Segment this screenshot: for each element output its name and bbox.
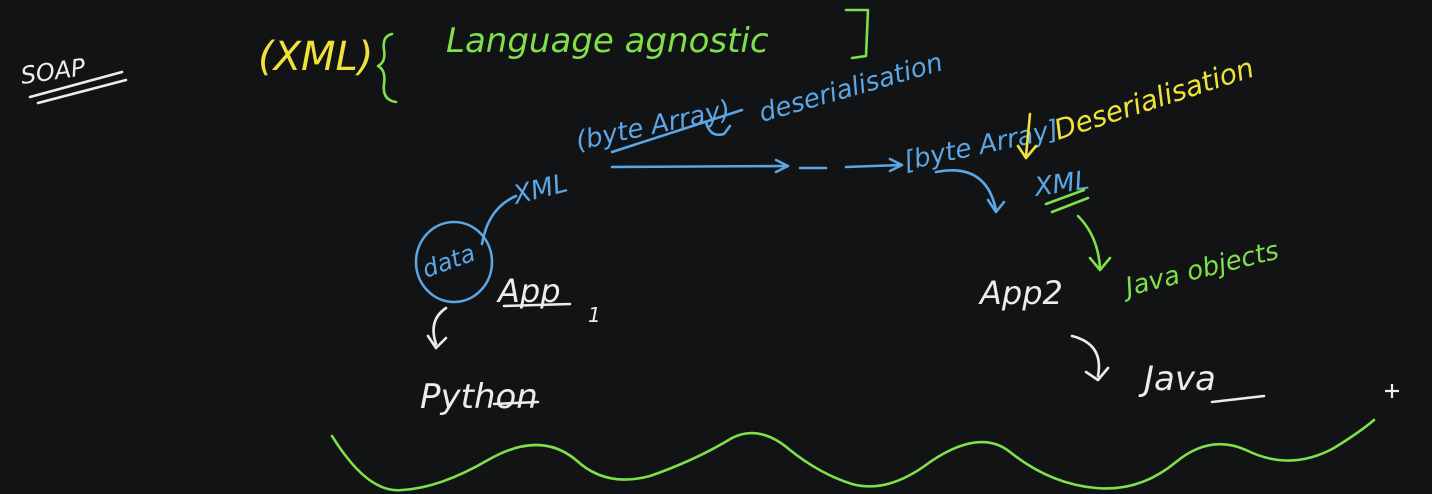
app2-to-java-arrow (1070, 334, 1101, 378)
wave-line (330, 418, 1376, 492)
xml-top-label: (XML) (258, 34, 373, 80)
transfer-arrow-line-2 (844, 163, 902, 169)
xml-left-label: XML (508, 168, 570, 211)
data-label: data (418, 239, 478, 284)
app1-to-python-arrow-head (426, 334, 448, 350)
deserialisation-yellow-label: Deserialisation (1050, 51, 1258, 147)
java-underline (1210, 394, 1266, 404)
whiteboard-canvas[interactable]: SOAP (XML) Language agnostic (byte Array… (0, 0, 1432, 494)
deserialisation-blue-label: deserialisation (756, 48, 947, 129)
python-label: Python (420, 377, 538, 417)
byte-array-left-label: (byte Array) (573, 95, 733, 157)
java-label: Java (1138, 359, 1216, 399)
language-agnostic-label: Language agnostic (446, 21, 769, 61)
crosshair-cursor-icon (1385, 384, 1399, 398)
whiteboard-drawing: SOAP (XML) Language agnostic (byte Array… (19, 8, 1399, 492)
green-down-arrow-line (1076, 214, 1102, 270)
app2-label: App2 (978, 274, 1063, 312)
curly-brace (376, 32, 398, 104)
transfer-arrow-line (610, 164, 788, 169)
closing-bracket (844, 8, 870, 60)
data-to-xml-arrow (480, 194, 518, 246)
app1-suffix: 1 (588, 303, 601, 327)
app2-to-java-arrow-head (1084, 366, 1110, 382)
java-objects-label: Java objects (1118, 236, 1282, 304)
curved-arrow-to-xml (934, 169, 998, 212)
